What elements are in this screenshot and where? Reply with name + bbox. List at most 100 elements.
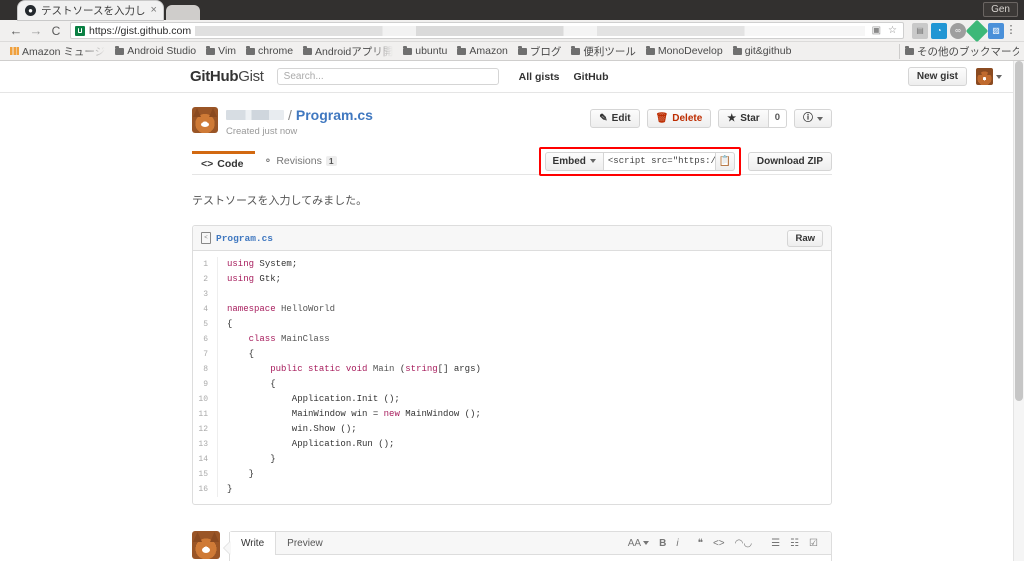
tab-write[interactable]: Write: [229, 532, 277, 555]
code-icon[interactable]: <>: [708, 538, 730, 549]
delete-label: Delete: [672, 113, 703, 124]
logo-github: GitHub: [190, 68, 239, 85]
gist-filename-link[interactable]: Program.cs: [296, 107, 373, 123]
scrollbar-thumb[interactable]: [1015, 61, 1023, 401]
line-number: 4: [203, 305, 208, 314]
site-nav: All gists GitHub: [519, 71, 609, 83]
bookmark-android-studio[interactable]: Android Studio: [110, 45, 201, 57]
code-line: 16}: [193, 482, 831, 497]
bookmark-git-github[interactable]: git&github: [728, 45, 797, 57]
line-number: 10: [198, 395, 208, 404]
bookmark-ubuntu[interactable]: ubuntu: [398, 45, 452, 57]
code-line: 3: [193, 287, 831, 302]
comment-form: Write Preview AA B i ❝ <> ◠◡ ☰ ☷ ☑: [192, 531, 832, 561]
extension-icon-4[interactable]: [965, 19, 989, 42]
line-number: 2: [203, 275, 208, 284]
embed-label: Embed: [552, 155, 586, 167]
bold-icon[interactable]: B: [654, 538, 671, 549]
logo-gist: Gist: [238, 68, 264, 85]
line-number: 8: [203, 365, 208, 374]
tab-revisions[interactable]: ⚬ Revisions 1: [255, 155, 348, 173]
extension-icon-2[interactable]: ◔: [931, 22, 947, 39]
bookmark-amazon[interactable]: Amazon: [452, 45, 513, 57]
line-number: 7: [203, 350, 208, 359]
gist-logo[interactable]: GitHubGist: [190, 68, 264, 85]
nav-github[interactable]: GitHub: [574, 71, 609, 83]
edit-button[interactable]: ✎ Edit: [590, 109, 640, 128]
code-line: 13 Application.Run ();: [193, 437, 831, 452]
amazon-icon: [10, 47, 19, 55]
file-code-icon: <: [201, 232, 211, 244]
bookmark-star-icon[interactable]: ☆: [888, 25, 899, 36]
raw-button[interactable]: Raw: [787, 229, 823, 247]
header-right: New gist: [907, 67, 1024, 86]
bookmark-blog[interactable]: ブログ: [513, 44, 567, 59]
folder-icon: [206, 45, 216, 55]
unordered-list-icon[interactable]: ☰: [766, 538, 785, 549]
new-tab-button[interactable]: [165, 5, 200, 20]
user-menu[interactable]: [976, 68, 1002, 85]
code-line: 15 }: [193, 467, 831, 482]
embed-url-input[interactable]: <script src="https://gi: [603, 151, 716, 171]
comment-tabs: Write Preview AA B i ❝ <> ◠◡ ☰ ☷ ☑: [229, 532, 831, 555]
new-gist-button[interactable]: New gist: [907, 67, 967, 86]
code-line: 8 public static void Main (string[] args…: [193, 362, 831, 377]
bookmark-monodevelop[interactable]: MonoDevelop: [641, 45, 728, 57]
line-content: MainWindow win = new MainWindow ();: [217, 407, 831, 422]
folder-icon: [517, 45, 527, 55]
tab-code[interactable]: <> Code: [192, 151, 255, 176]
chevron-down-icon: [589, 159, 596, 163]
file-name-link[interactable]: Program.cs: [216, 233, 273, 244]
star-icon: ★: [727, 113, 737, 124]
back-icon[interactable]: ←: [6, 24, 26, 37]
italic-icon[interactable]: i: [671, 538, 683, 549]
bookmark-label: Amazon: [469, 45, 508, 57]
embed-highlight-box: Embed <script src="https://gi 📋: [538, 146, 741, 176]
browser-menu-icon[interactable]: ⋮: [1004, 25, 1018, 36]
line-content: using System;: [217, 257, 831, 272]
bookmark-amazon-music[interactable]: Amazon ミュージ: [5, 44, 110, 59]
bookmark-android-apps[interactable]: Androidアプリ開: [298, 44, 398, 59]
quote-icon[interactable]: ❝: [693, 538, 708, 549]
reload-icon[interactable]: C: [46, 25, 66, 37]
extension-icon-3[interactable]: ∞: [950, 22, 966, 39]
extension-icon-1[interactable]: ▤: [912, 22, 928, 39]
search-input[interactable]: Search...: [276, 68, 499, 85]
folder-icon: [732, 45, 742, 55]
line-content: {: [217, 317, 831, 332]
chevron-down-icon: [817, 116, 823, 121]
gist-owner-redacted[interactable]: [226, 110, 284, 120]
address-bar[interactable]: https://gist.github.com ▣ ☆: [70, 22, 904, 39]
close-icon[interactable]: ×: [150, 5, 156, 16]
comment-toolbar: AA B i ❝ <> ◠◡ ☰ ☷ ☑: [623, 532, 831, 554]
ordered-list-icon[interactable]: ☷: [785, 538, 804, 549]
download-zip-button[interactable]: Download ZIP: [747, 151, 832, 171]
browser-tab[interactable]: ● テストソースを入力し ×: [18, 1, 163, 20]
folder-icon: [246, 45, 256, 55]
other-bookmarks-folder[interactable]: その他のブックマーク: [899, 43, 1019, 59]
tab-preview[interactable]: Preview: [276, 532, 334, 554]
clipboard-icon[interactable]: 📋: [715, 151, 735, 171]
page-scrollbar[interactable]: [1013, 61, 1024, 561]
bookmark-label: 便利ツール: [583, 45, 636, 58]
star-group: ★ Star 0: [718, 109, 787, 128]
text-size-icon[interactable]: AA: [623, 538, 654, 549]
embed-dropdown-button[interactable]: Embed: [544, 151, 604, 171]
link-icon[interactable]: ◠◡: [730, 538, 757, 549]
task-list-icon[interactable]: ☑: [804, 538, 823, 549]
line-content: using Gtk;: [217, 272, 831, 287]
browser-toolbar: ← → C https://gist.github.com ▣ ☆ ▤ ◔ ∞ …: [0, 19, 1024, 42]
bookmark-useful-tools[interactable]: 便利ツール: [566, 44, 641, 59]
report-menu-button[interactable]: ⓘ: [794, 109, 832, 128]
forward-icon[interactable]: →: [26, 24, 46, 37]
nav-all-gists[interactable]: All gists: [519, 71, 560, 83]
code-line: 11 MainWindow win = new MainWindow ();: [193, 407, 831, 422]
star-button[interactable]: ★ Star: [718, 109, 769, 128]
extension-icon-5[interactable]: ▨: [988, 22, 1004, 39]
bookmark-chrome[interactable]: chrome: [241, 45, 298, 57]
delete-button[interactable]: 🗑 Delete: [646, 109, 712, 128]
extension-inline-icon[interactable]: ▣: [869, 25, 884, 36]
bookmark-vim[interactable]: Vim: [201, 45, 241, 57]
file-container: < Program.cs Raw 1 using System; 2 using Gt…: [192, 225, 832, 505]
window-gen-button[interactable]: Gen: [983, 2, 1018, 17]
